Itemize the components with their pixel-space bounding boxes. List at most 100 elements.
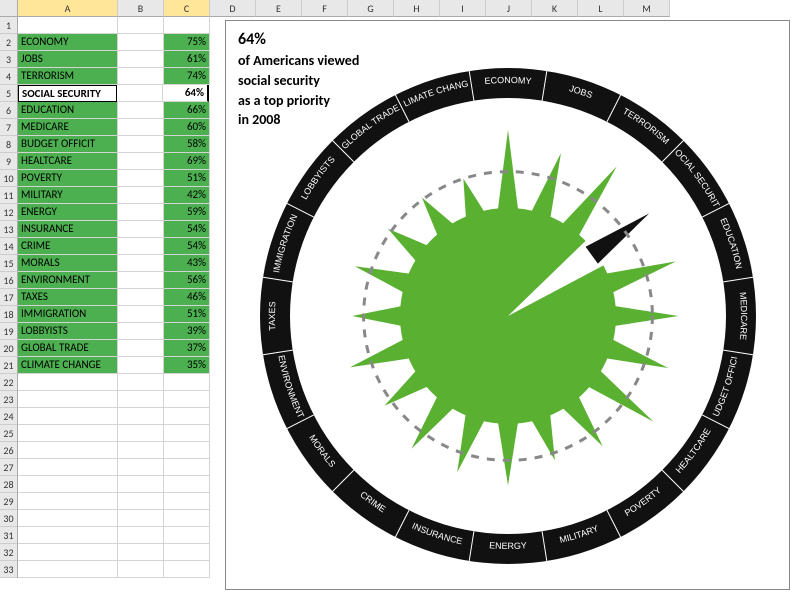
cell-a-26[interactable] [18,442,118,459]
row-header-24[interactable]: 24 [0,408,18,425]
cell-a-10[interactable]: POVERTY [18,170,118,187]
row-header-29[interactable]: 29 [0,493,18,510]
cell-b-19[interactable] [118,323,164,340]
row-header-22[interactable]: 22 [0,374,18,391]
cell-b-20[interactable] [118,340,164,357]
cell-c-11[interactable]: 42% [164,187,210,204]
cell-c-25[interactable] [164,425,210,442]
cell-c-8[interactable]: 58% [164,136,210,153]
cell-a-29[interactable] [18,493,118,510]
row-header-19[interactable]: 19 [0,323,18,340]
cell-a-7[interactable]: MEDICARE [18,119,118,136]
col-header-H[interactable]: H [394,0,440,17]
cell-c-1[interactable] [164,17,210,34]
cell-c-29[interactable] [164,493,210,510]
row-header-25[interactable]: 25 [0,425,18,442]
cell-b-11[interactable] [118,187,164,204]
row-header-23[interactable]: 23 [0,391,18,408]
cell-a-6[interactable]: EDUCATION [18,102,118,119]
row-header-20[interactable]: 20 [0,340,18,357]
cell-c-33[interactable] [164,561,210,578]
col-header-D[interactable]: D [210,0,256,17]
cell-b-21[interactable] [118,357,164,374]
cell-a-15[interactable]: MORALS [18,255,118,272]
row-header-30[interactable]: 30 [0,510,18,527]
cell-a-8[interactable]: BUDGET OFFICIT [18,136,118,153]
cell-b-18[interactable] [118,306,164,323]
cell-b-29[interactable] [118,493,164,510]
row-header-10[interactable]: 10 [0,170,18,187]
cell-a-21[interactable]: CLIMATE CHANGE [18,357,118,374]
row-header-33[interactable]: 33 [0,561,18,578]
cell-a-5[interactable]: SOCIAL SECURITY [18,85,117,102]
col-header-J[interactable]: J [486,0,532,17]
cell-c-10[interactable]: 51% [164,170,210,187]
cell-c-32[interactable] [164,544,210,561]
col-header-E[interactable]: E [256,0,302,17]
cell-c-17[interactable]: 46% [164,289,210,306]
row-header-6[interactable]: 6 [0,102,18,119]
cell-a-22[interactable] [18,374,118,391]
row-header-31[interactable]: 31 [0,527,18,544]
cell-a-17[interactable]: TAXES [18,289,118,306]
cell-a-24[interactable] [18,408,118,425]
row-header-9[interactable]: 9 [0,153,18,170]
cell-b-7[interactable] [118,119,164,136]
cell-a-11[interactable]: MILITARY [18,187,118,204]
cell-a-12[interactable]: ENERGY [18,204,118,221]
row-header-17[interactable]: 17 [0,289,18,306]
cell-b-33[interactable] [118,561,164,578]
cell-b-16[interactable] [118,272,164,289]
cell-b-9[interactable] [118,153,164,170]
cell-b-4[interactable] [118,68,164,85]
cell-b-15[interactable] [118,255,164,272]
cell-b-1[interactable] [118,17,164,34]
col-header-I[interactable]: I [440,0,486,17]
row-header-15[interactable]: 15 [0,255,18,272]
cell-b-17[interactable] [118,289,164,306]
row-header-3[interactable]: 3 [0,51,18,68]
row-header-27[interactable]: 27 [0,459,18,476]
cell-a-3[interactable]: JOBS [18,51,118,68]
cell-b-14[interactable] [118,238,164,255]
cell-c-20[interactable]: 37% [164,340,210,357]
row-header-2[interactable]: 2 [0,34,18,51]
row-header-13[interactable]: 13 [0,221,18,238]
cell-c-14[interactable]: 54% [164,238,210,255]
cell-b-31[interactable] [118,527,164,544]
cell-c-23[interactable] [164,391,210,408]
row-header-14[interactable]: 14 [0,238,18,255]
cell-a-18[interactable]: IMMIGRATION [18,306,118,323]
row-header-26[interactable]: 26 [0,442,18,459]
cell-b-30[interactable] [118,510,164,527]
col-header-G[interactable]: G [348,0,394,17]
cell-b-27[interactable] [118,459,164,476]
cell-c-18[interactable]: 51% [164,306,210,323]
col-header-C[interactable]: C [164,0,210,17]
cell-b-28[interactable] [118,476,164,493]
cell-c-4[interactable]: 74% [164,68,210,85]
row-header-28[interactable]: 28 [0,476,18,493]
cell-b-13[interactable] [118,221,164,238]
cell-a-32[interactable] [18,544,118,561]
cell-b-23[interactable] [118,391,164,408]
cell-c-15[interactable]: 43% [164,255,210,272]
row-header-12[interactable]: 12 [0,204,18,221]
cell-a-1[interactable] [18,17,118,34]
col-header-K[interactable]: K [532,0,578,17]
cell-c-27[interactable] [164,459,210,476]
cell-a-2[interactable]: ECONOMY [18,34,118,51]
row-header-1[interactable]: 1 [0,17,18,34]
cell-c-19[interactable]: 39% [164,323,210,340]
cell-a-20[interactable]: GLOBAL TRADE [18,340,118,357]
col-header-B[interactable]: B [118,0,164,17]
row-header-5[interactable]: 5 [0,85,18,102]
cell-a-31[interactable] [18,527,118,544]
cell-c-6[interactable]: 66% [164,102,210,119]
cell-a-13[interactable]: INSURANCE [18,221,118,238]
cell-a-16[interactable]: ENVIRONMENT [18,272,118,289]
row-header-32[interactable]: 32 [0,544,18,561]
cell-b-12[interactable] [118,204,164,221]
cell-a-33[interactable] [18,561,118,578]
row-header-11[interactable]: 11 [0,187,18,204]
